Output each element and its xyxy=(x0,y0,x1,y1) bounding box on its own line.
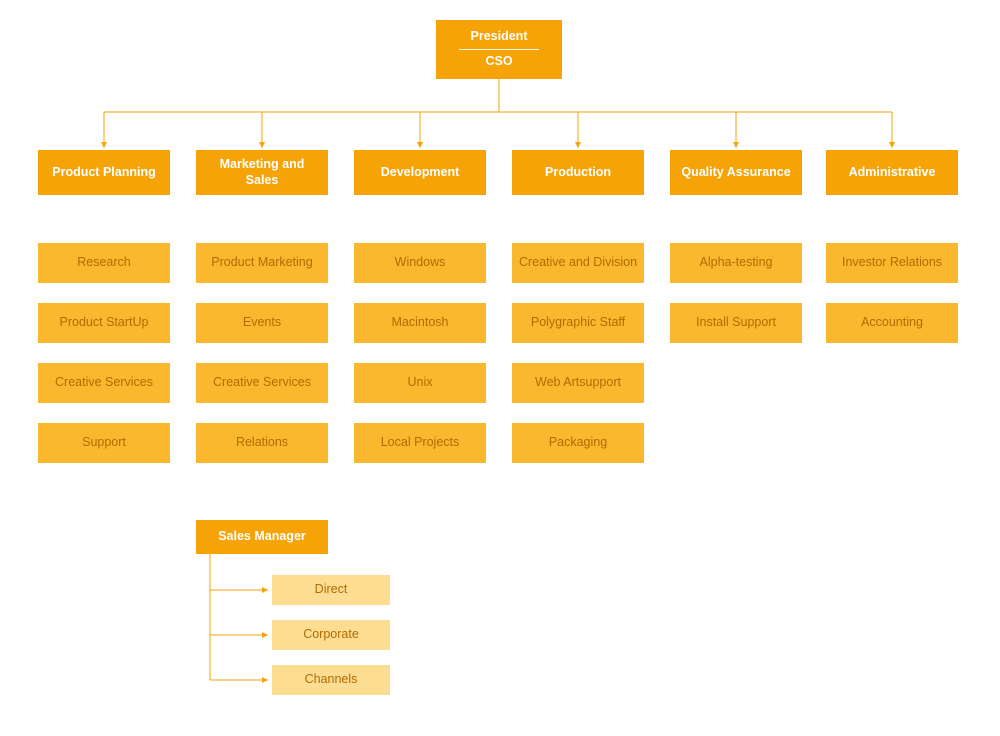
cso-label: CSO xyxy=(485,54,512,70)
sub-label: Alpha-testing xyxy=(700,255,773,271)
sub-label: Creative Services xyxy=(213,375,311,391)
team-label: Channels xyxy=(305,672,358,688)
team-label: Corporate xyxy=(303,627,359,643)
president-label: President xyxy=(471,29,528,45)
sub-windows: Windows xyxy=(354,243,486,283)
sub-research: Research xyxy=(38,243,170,283)
sub-creative-services-2: Creative Services xyxy=(196,363,328,403)
sub-label: Research xyxy=(77,255,131,271)
sub-polygraphic-staff: Polygraphic Staff xyxy=(512,303,644,343)
sub-label: Investor Relations xyxy=(842,255,942,271)
dept-marketing-sales: Marketing and Sales xyxy=(196,150,328,195)
dept-production: Production xyxy=(512,150,644,195)
sub-creative-division: Creative and Division xyxy=(512,243,644,283)
sub-label: Unix xyxy=(407,375,432,391)
sub-product-marketing: Product Marketing xyxy=(196,243,328,283)
sub-label: Product StartUp xyxy=(60,315,149,331)
sub-label: Macintosh xyxy=(392,315,449,331)
dept-label: Administrative xyxy=(849,165,936,181)
sub-label: Windows xyxy=(395,255,446,271)
sub-alpha-testing: Alpha-testing xyxy=(670,243,802,283)
president-divider xyxy=(459,49,539,50)
sales-manager-label: Sales Manager xyxy=(218,529,306,545)
team-channels: Channels xyxy=(272,665,390,695)
sub-label: Relations xyxy=(236,435,288,451)
dept-quality-assurance: Quality Assurance xyxy=(670,150,802,195)
sub-support: Support xyxy=(38,423,170,463)
dept-label: Production xyxy=(545,165,611,181)
sub-label: Web Artsupport xyxy=(535,375,621,391)
sub-creative-services: Creative Services xyxy=(38,363,170,403)
dept-label: Marketing and Sales xyxy=(202,157,322,188)
sub-label: Polygraphic Staff xyxy=(531,315,625,331)
dept-label: Quality Assurance xyxy=(681,165,790,181)
sub-label: Accounting xyxy=(861,315,923,331)
dept-label: Development xyxy=(381,165,460,181)
sub-web-artsupport: Web Artsupport xyxy=(512,363,644,403)
sub-macintosh: Macintosh xyxy=(354,303,486,343)
sub-label: Creative and Division xyxy=(519,255,637,271)
sub-unix: Unix xyxy=(354,363,486,403)
sub-events: Events xyxy=(196,303,328,343)
team-label: Direct xyxy=(315,582,348,598)
sub-label: Creative Services xyxy=(55,375,153,391)
sub-label: Local Projects xyxy=(381,435,460,451)
sub-relations: Relations xyxy=(196,423,328,463)
dept-administrative: Administrative xyxy=(826,150,958,195)
sub-label: Events xyxy=(243,315,281,331)
sub-label: Support xyxy=(82,435,126,451)
team-corporate: Corporate xyxy=(272,620,390,650)
dept-label: Product Planning xyxy=(52,165,155,181)
sub-investor-relations: Investor Relations xyxy=(826,243,958,283)
team-direct: Direct xyxy=(272,575,390,605)
sales-manager-box: Sales Manager xyxy=(196,520,328,554)
president-box: President CSO xyxy=(436,20,562,79)
sub-product-startup: Product StartUp xyxy=(38,303,170,343)
sub-install-support: Install Support xyxy=(670,303,802,343)
sub-packaging: Packaging xyxy=(512,423,644,463)
sub-local-projects: Local Projects xyxy=(354,423,486,463)
sub-label: Packaging xyxy=(549,435,607,451)
sub-label: Install Support xyxy=(696,315,776,331)
sub-accounting: Accounting xyxy=(826,303,958,343)
dept-development: Development xyxy=(354,150,486,195)
dept-product-planning: Product Planning xyxy=(38,150,170,195)
sub-label: Product Marketing xyxy=(211,255,312,271)
